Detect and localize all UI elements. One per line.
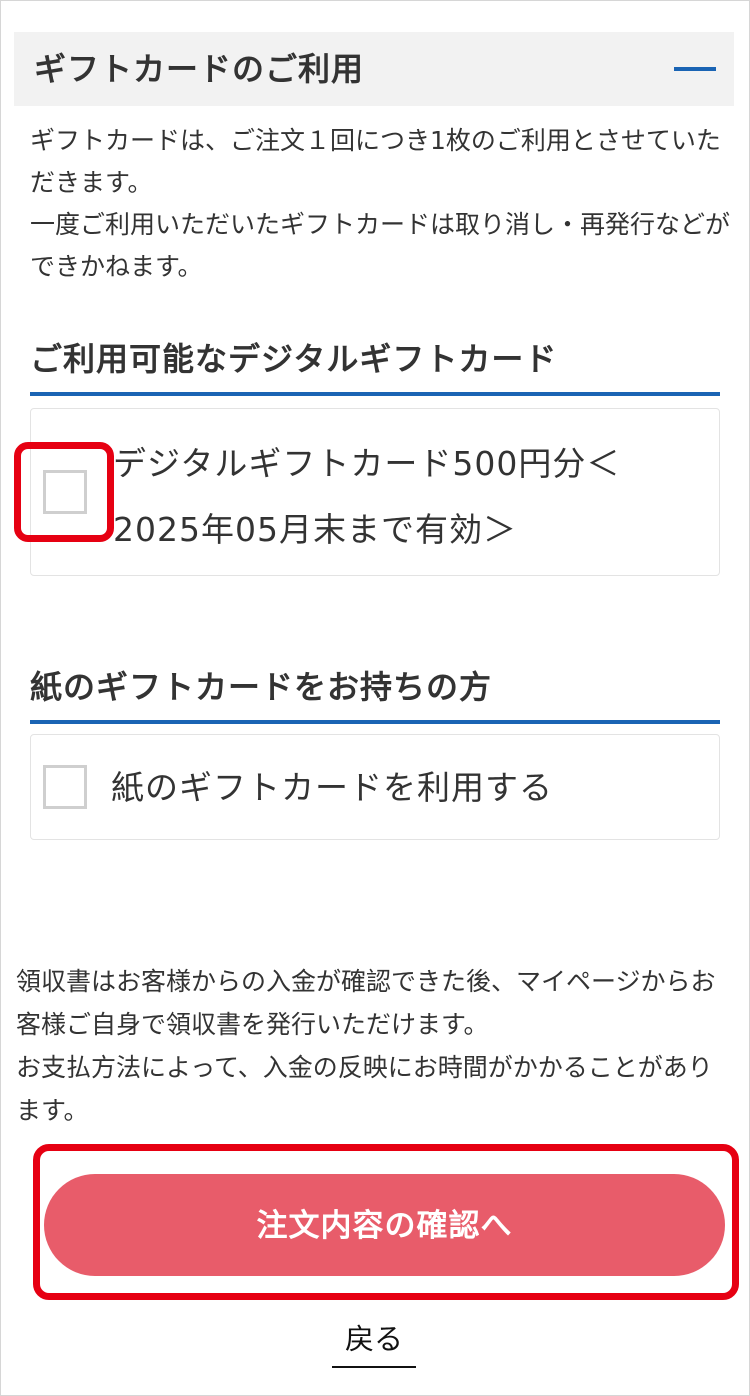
receipt-notice: 領収書はお客様からの入金が確認できた後、マイページからお客様ご自身で領収書を発行… (16, 960, 726, 1132)
paper-cards-heading: 紙のギフトカードをお持ちの方 (30, 662, 720, 724)
intro-line: 一度ご利用いただいたギフトカードは取り消し・再発行などができかねます。 (30, 210, 731, 281)
digital-card-checkbox[interactable] (43, 470, 87, 514)
confirm-order-button[interactable]: 注文内容の確認へ (44, 1174, 725, 1276)
digital-cards-heading: ご利用可能なデジタルギフトカード (30, 334, 720, 396)
digital-card-item[interactable]: デジタルギフトカード500円分＜ 2025年05月末まで有効＞ (30, 408, 720, 576)
intro-line: ギフトカードは、ご注文１回につき1枚のご利用とさせていただきます。 (30, 126, 721, 197)
digital-card-label-line1: デジタルギフトカード500円分＜ (113, 444, 621, 483)
gift-card-section-title: ギフトカードのご利用 (34, 50, 365, 88)
digital-card-label: デジタルギフトカード500円分＜ 2025年05月末まで有効＞ (113, 431, 620, 563)
gift-card-section-header[interactable]: ギフトカードのご利用 (14, 32, 734, 106)
receipt-notice-line: 領収書はお客様からの入金が確認できた後、マイページからお客様ご自身で領収書を発行… (16, 967, 716, 1039)
gift-card-intro: ギフトカードは、ご注文１回につき1枚のご利用とさせていただきます。 一度ご利用い… (30, 120, 730, 288)
digital-card-label-line2: 2025年05月末まで有効＞ (113, 510, 517, 549)
back-link[interactable]: 戻る (332, 1316, 416, 1368)
paper-card-checkbox[interactable] (43, 765, 87, 809)
paper-card-label: 紙のギフトカードを利用する (111, 768, 553, 807)
paper-card-item[interactable]: 紙のギフトカードを利用する (30, 734, 720, 840)
collapse-minus-icon[interactable] (674, 67, 716, 71)
receipt-notice-line: お支払方法によって、入金の反映にお時間がかかることがあります。 (16, 1053, 713, 1125)
